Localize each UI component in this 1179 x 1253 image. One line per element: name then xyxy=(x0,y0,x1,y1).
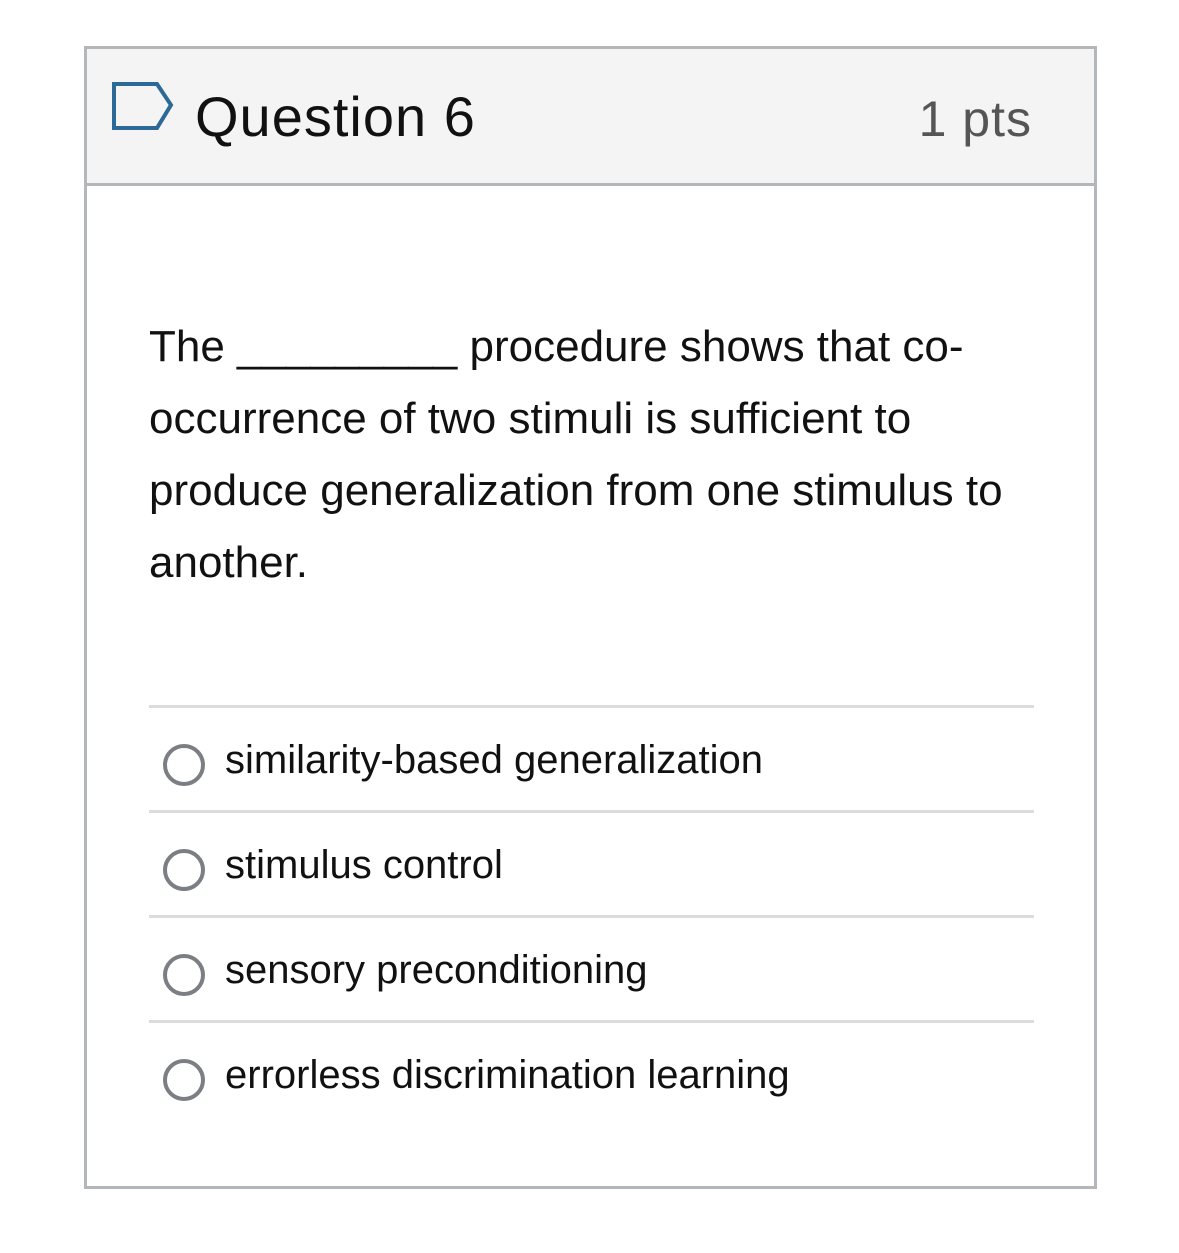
answer-list: similarity-based generalization stimulus… xyxy=(149,705,1034,1125)
answer-option[interactable]: stimulus control xyxy=(149,813,1034,918)
question-text: The _________ procedure shows that co-oc… xyxy=(149,322,1003,587)
radio-button[interactable] xyxy=(163,954,205,996)
radio-button[interactable] xyxy=(163,1059,205,1101)
question-header: Question 6 1 pts xyxy=(87,49,1094,186)
question-card: Question 6 1 pts The _________ procedure… xyxy=(84,46,1097,1189)
answer-option[interactable]: sensory preconditioning xyxy=(149,918,1034,1023)
answer-label[interactable]: stimulus control xyxy=(225,837,503,893)
radio-button[interactable] xyxy=(163,744,205,786)
answer-label[interactable]: sensory preconditioning xyxy=(225,942,647,998)
answer-label[interactable]: errorless discrimination learning xyxy=(225,1047,790,1103)
answer-label[interactable]: similarity-based generalization xyxy=(225,732,763,788)
flag-outline-icon[interactable] xyxy=(111,81,175,133)
question-points: 1 pts xyxy=(918,91,1032,147)
answer-option[interactable]: errorless discrimination learning xyxy=(149,1023,1034,1125)
question-title: Question 6 xyxy=(195,85,476,148)
answer-option[interactable]: similarity-based generalization xyxy=(149,708,1034,813)
radio-button[interactable] xyxy=(163,849,205,891)
